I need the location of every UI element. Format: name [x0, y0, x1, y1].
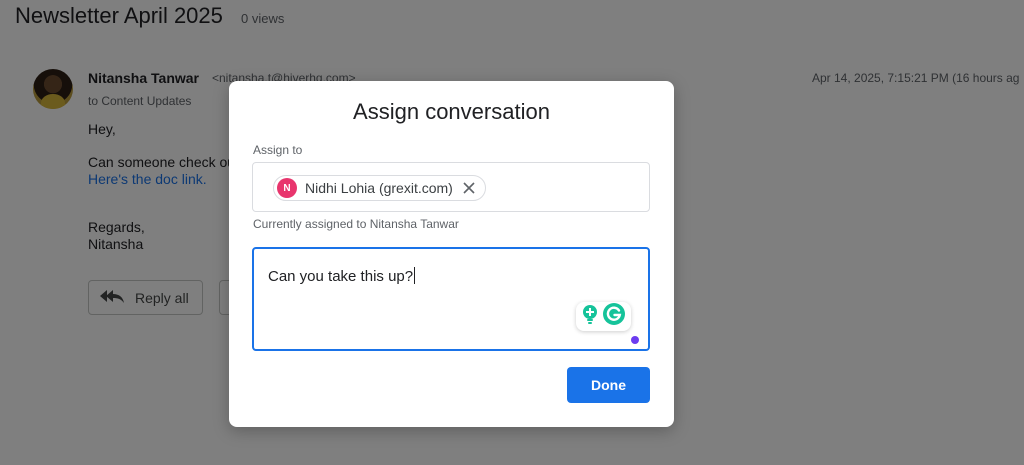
close-icon[interactable]: [461, 180, 477, 196]
assignee-avatar: N: [277, 178, 297, 198]
assignee-chip[interactable]: N Nidhi Lohia (grexit.com): [273, 175, 486, 201]
assign-to-label: Assign to: [253, 143, 303, 157]
grammarly-status-dot: [631, 336, 639, 344]
current-assignee-note: Currently assigned to Nitansha Tanwar: [253, 217, 459, 231]
grammarly-widget[interactable]: [576, 302, 631, 331]
done-button[interactable]: Done: [567, 367, 650, 403]
note-text: Can you take this up?: [268, 267, 416, 285]
assign-conversation-dialog: Assign conversation Assign to N Nidhi Lo…: [229, 81, 674, 427]
grammarly-bulb-icon[interactable]: [581, 304, 599, 329]
dialog-title: Assign conversation: [353, 99, 550, 124]
assignee-name: Nidhi Lohia (grexit.com): [305, 180, 453, 196]
note-textarea[interactable]: Can you take this up?: [252, 247, 650, 351]
grammarly-logo-icon[interactable]: [602, 302, 626, 331]
assignee-field[interactable]: N Nidhi Lohia (grexit.com): [252, 162, 650, 212]
